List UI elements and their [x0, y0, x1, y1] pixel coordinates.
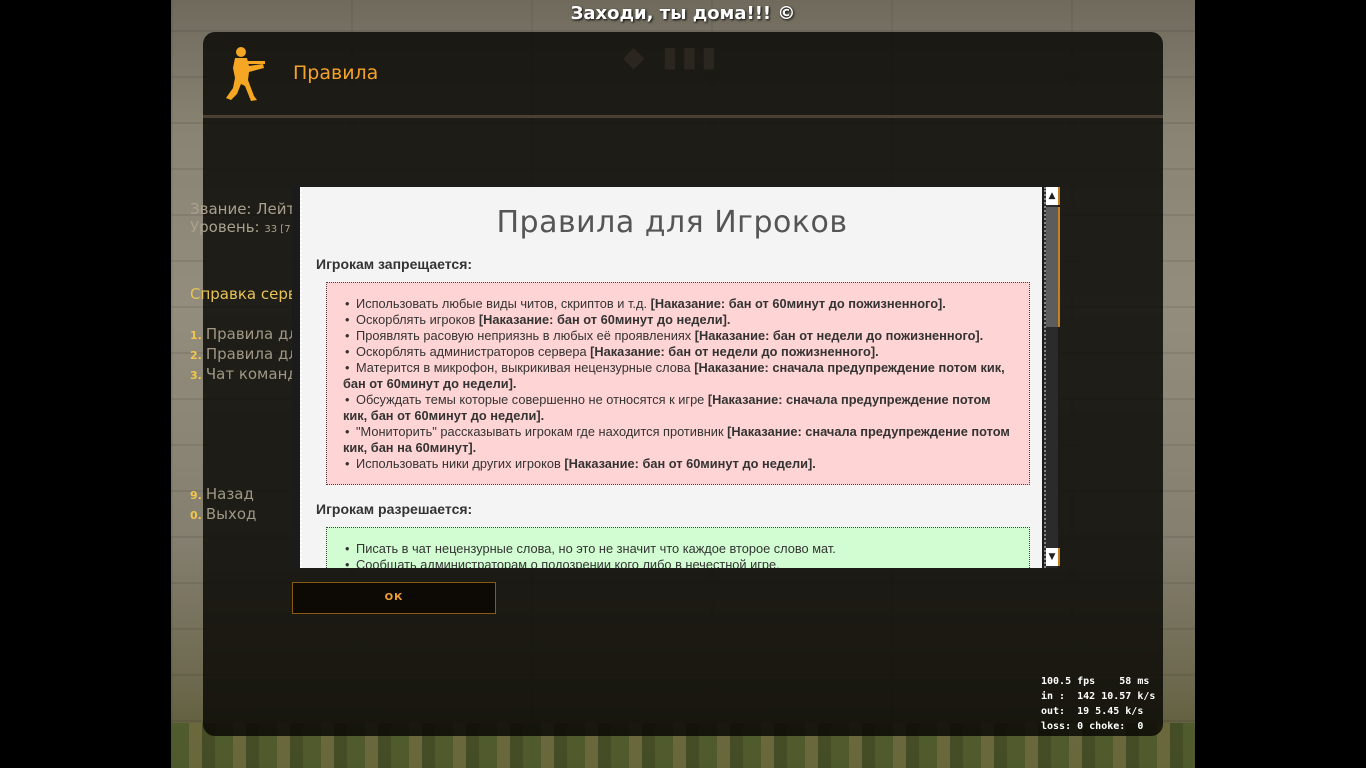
- rule-item: Обсуждать темы которые совершенно не отн…: [343, 392, 1015, 424]
- forbidden-list: Использовать любые виды читов, скриптов …: [326, 282, 1030, 485]
- hud-faint-glyph: ◆ ▮▮▮: [623, 40, 721, 73]
- netgraph-fps: 100.5 fps 58 ms: [1041, 676, 1150, 687]
- menu-item-label: Правила дл: [205, 325, 298, 343]
- rule-penalty: [Наказание: бан от 60минут до недели].: [478, 312, 731, 327]
- menu-item-label: Правила дл: [205, 345, 298, 363]
- menu-item-number: 2.: [190, 349, 202, 362]
- menu-item-number: 0.: [190, 509, 202, 522]
- menu-item-number: 3.: [190, 369, 202, 382]
- rule-text: Проявлять расовую неприязнь в любых её п…: [356, 328, 692, 343]
- rules-heading: Правила для Игроков: [496, 205, 848, 240]
- menu-item-label: Чат команд: [205, 365, 298, 383]
- menu-item-label: Выход: [205, 505, 257, 523]
- menu-item-number: 1.: [190, 329, 202, 342]
- header-divider: [203, 115, 1163, 118]
- rule-item: Матерится в микрофон, выкрикивая нецензу…: [343, 360, 1015, 392]
- allowed-title: Игрокам разрешается:: [316, 501, 473, 517]
- rule-text: Оскорблять администраторов сервера: [356, 344, 587, 359]
- netgraph: 100.5 fps 58 ms in : 142 10.57 k/s out: 19…: [1041, 674, 1155, 734]
- netgraph-in: in : 142 10.57 k/s: [1041, 691, 1156, 702]
- rule-item: Использовать ники других игроков [Наказа…: [343, 456, 1015, 472]
- rank-line: Звание: Лейт: [190, 200, 296, 218]
- rule-text: Использовать ники других игроков: [356, 456, 561, 471]
- netgraph-out: out: 19 5.45 k/s: [1041, 706, 1144, 717]
- scroll-up-arrow-icon[interactable]: ▲: [1046, 187, 1060, 205]
- allowed-item: Писать в чат нецензурные слова, но это н…: [343, 541, 1015, 557]
- rule-penalty: [Наказание: бан от недели до пожизненног…: [590, 344, 879, 359]
- rule-penalty: [Наказание: бан от недели до пожизненног…: [694, 328, 984, 343]
- menu-item-exit[interactable]: 0. Выход: [190, 505, 256, 523]
- counter-terrorist-soldier-icon: [226, 47, 265, 101]
- level-line: Уровень: 33 [7: [190, 218, 295, 239]
- rule-penalty: [Наказание: бан от 60минут до недели].: [564, 456, 816, 471]
- server-title: Заходи, ты дома!!! ©: [570, 3, 796, 24]
- rule-item: Оскорблять игроков [Наказание: бан от 60…: [343, 312, 1015, 328]
- level-value: 33 [7: [264, 224, 291, 235]
- menu-item-number: 9.: [190, 489, 202, 502]
- rule-text: Матерится в микрофон, выкрикивая нецензу…: [356, 360, 691, 375]
- help-heading: Справка серв: [190, 285, 297, 303]
- rules-scrollbar[interactable]: ▲ ▼: [1044, 187, 1060, 568]
- rule-penalty: [Наказание: бан от 60минут до пожизненно…: [650, 296, 946, 311]
- rule-text: Обсуждать темы которые совершенно не отн…: [356, 392, 705, 407]
- rules-content[interactable]: Правила для Игроков Игрокам запрещается:…: [300, 187, 1042, 568]
- ok-button[interactable]: ОК: [292, 582, 496, 614]
- player-info: Звание: Лейт Уровень: 33 [7: [190, 200, 295, 239]
- scroll-thumb[interactable]: [1046, 207, 1060, 327]
- rule-text: Использовать любые виды читов, скриптов …: [356, 296, 648, 311]
- menu-item-1[interactable]: 1. Правила дл: [190, 325, 298, 343]
- rule-item: Использовать любые виды читов, скриптов …: [343, 296, 1015, 312]
- rule-item: Проявлять расовую неприязнь в любых её п…: [343, 328, 1015, 344]
- forbidden-title: Игрокам запрещается:: [316, 256, 473, 272]
- rule-text: "Мониторить" рассказывать игрокам где на…: [356, 424, 724, 439]
- allowed-item: Сообщать администраторам о подозрении ко…: [343, 557, 1015, 568]
- menu-item-3[interactable]: 3. Чат команд: [190, 365, 298, 383]
- rule-item: Оскорблять администраторов сервера [Нака…: [343, 344, 1015, 360]
- scroll-down-arrow-icon[interactable]: ▼: [1046, 548, 1060, 566]
- motd-title: Правила: [293, 62, 379, 84]
- rules-window[interactable]: Правила для Игроков Игрокам запрещается:…: [292, 185, 1060, 568]
- rule-text: Оскорблять игроков: [356, 312, 476, 327]
- allowed-list: Писать в чат нецензурные слова, но это н…: [326, 527, 1030, 568]
- menu-item-label: Назад: [205, 485, 254, 503]
- motd-header: Правила ◆ ▮▮▮: [203, 32, 1163, 116]
- netgraph-loss: loss: 0 choke: 0: [1041, 721, 1144, 732]
- menu-item-2[interactable]: 2. Правила дл: [190, 345, 298, 363]
- menu-item-back[interactable]: 9. Назад: [190, 485, 254, 503]
- level-label: Уровень:: [190, 218, 260, 236]
- rule-item: "Мониторить" рассказывать игрокам где на…: [343, 424, 1015, 456]
